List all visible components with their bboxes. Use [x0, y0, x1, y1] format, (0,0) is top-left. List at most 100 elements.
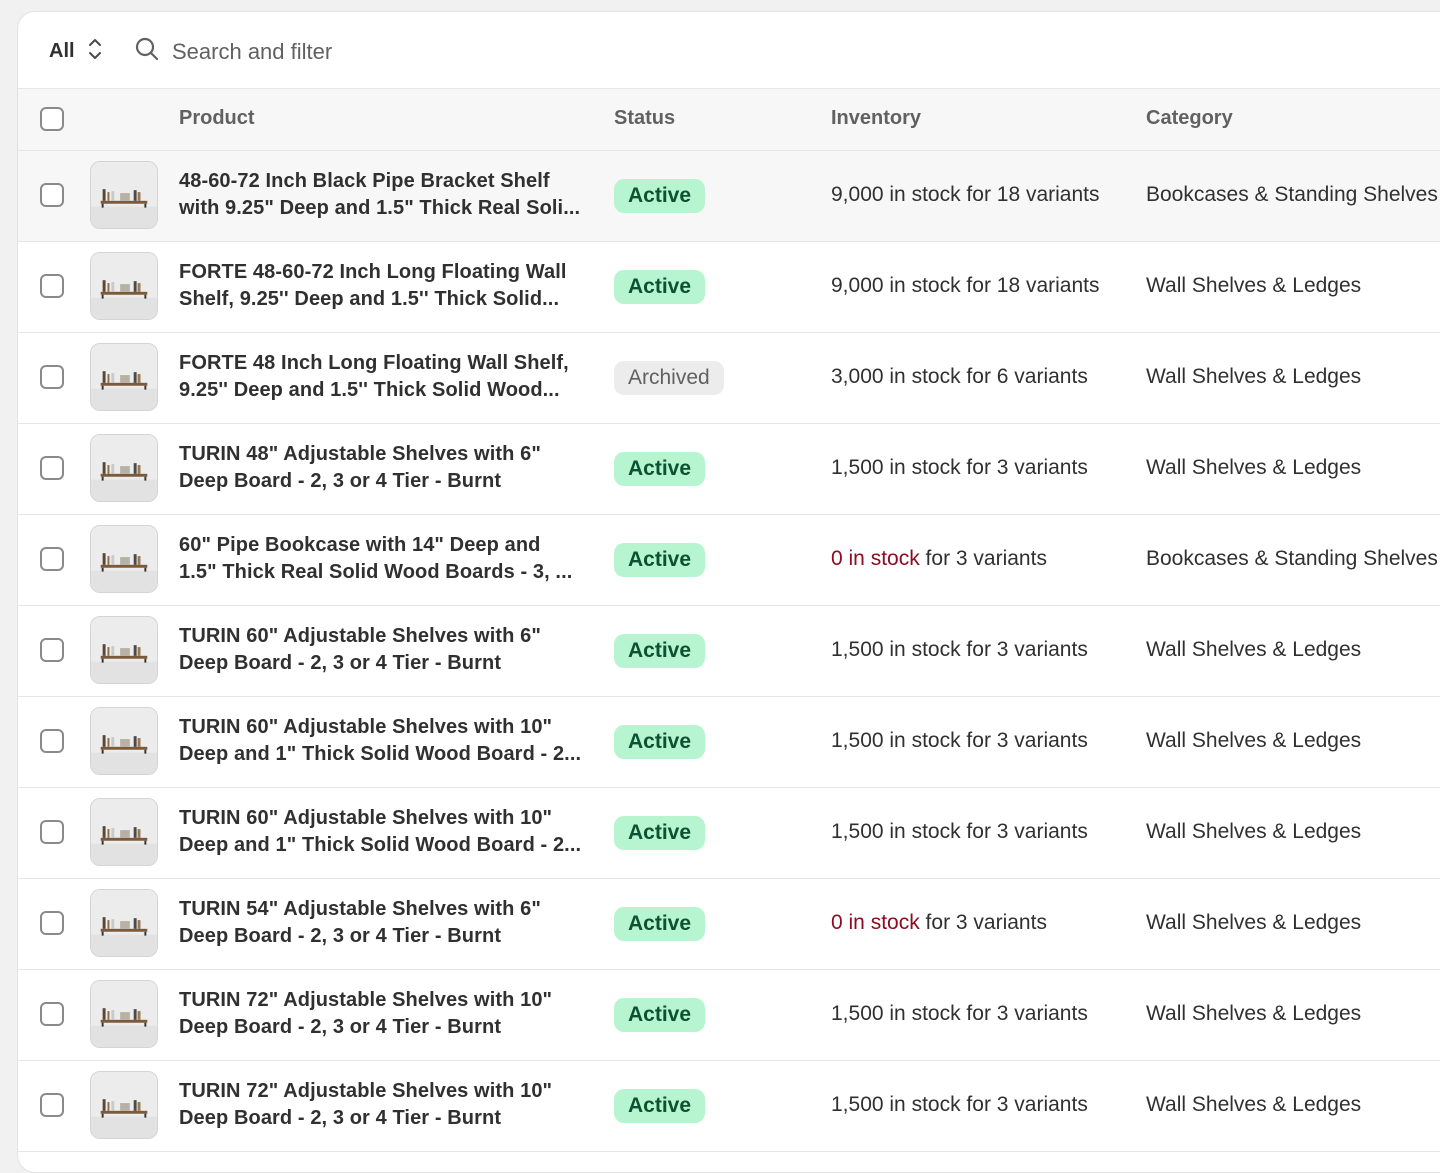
product-thumbnail[interactable]	[90, 889, 158, 957]
column-header-category[interactable]: Category	[1146, 107, 1233, 130]
inventory-stock-count: 1,500 in stock	[831, 729, 961, 752]
product-title-link[interactable]: TURIN 60" Adjustable Shelves with 10" De…	[179, 714, 604, 768]
row-checkbox[interactable]	[40, 638, 64, 662]
product-thumbnail[interactable]	[90, 343, 158, 411]
status-badge: Active	[614, 270, 706, 304]
inventory-cell: 1,500 in stock for 3 variants	[831, 1002, 1088, 1026]
inventory-variant-count: for 3 variants	[960, 729, 1088, 752]
shelf-image-icon	[91, 799, 157, 865]
status-badge: Active	[614, 452, 706, 486]
table-row[interactable]: TURIN 60" Adjustable Shelves with 6" Dee…	[18, 606, 1440, 697]
status-badge: Active	[614, 634, 706, 668]
table-row[interactable]: FORTE 48 Inch Long Floating Wall Shelf, …	[18, 333, 1440, 424]
product-category: Wall Shelves & Ledges	[1146, 820, 1362, 843]
inventory-stock-count: 9,000 in stock	[831, 274, 961, 297]
product-thumbnail[interactable]	[90, 161, 158, 229]
product-title-link[interactable]: FORTE 48-60-72 Inch Long Floating Wall S…	[179, 259, 604, 313]
select-all-checkbox[interactable]	[40, 107, 64, 131]
product-title-link[interactable]: TURIN 48" Adjustable Shelves with 6" Dee…	[179, 441, 604, 495]
product-title-link[interactable]: TURIN 60" Adjustable Shelves with 6" Dee…	[179, 623, 604, 677]
product-category: Wall Shelves & Ledges	[1146, 1002, 1362, 1025]
product-title-line-2: Deep and 1" Thick Solid Wood Board - 2..…	[179, 834, 582, 856]
product-title-line-1: FORTE 48-60-72 Inch Long Floating Wall	[179, 261, 567, 283]
product-title-link[interactable]: TURIN 72" Adjustable Shelves with 10" De…	[179, 987, 604, 1041]
row-checkbox[interactable]	[40, 547, 64, 571]
product-category: Bookcases & Standing Shelves	[1146, 547, 1438, 570]
product-thumbnail[interactable]	[90, 434, 158, 502]
shelf-image-icon	[91, 162, 157, 228]
product-thumbnail[interactable]	[90, 252, 158, 320]
product-title-line-2: Deep Board - 2, 3 or 4 Tier - Burnt	[179, 652, 502, 674]
product-thumbnail[interactable]	[90, 707, 158, 775]
row-checkbox[interactable]	[40, 1093, 64, 1117]
product-title-line-2: 1.5" Thick Real Solid Wood Boards - 3, .…	[179, 561, 573, 583]
product-title-line-1: TURIN 48" Adjustable Shelves with 6"	[179, 443, 541, 465]
product-title-link[interactable]: TURIN 54" Adjustable Shelves with 6" Dee…	[179, 896, 604, 950]
shelf-image-icon	[91, 890, 157, 956]
table-row[interactable]: 48-60-72 Inch Black Pipe Bracket Shelf w…	[18, 151, 1440, 242]
table-row[interactable]: TURIN 48" Adjustable Shelves with 6" Dee…	[18, 424, 1440, 515]
product-title-line-2: Deep Board - 2, 3 or 4 Tier - Burnt	[179, 470, 502, 492]
table-body: 48-60-72 Inch Black Pipe Bracket Shelf w…	[18, 151, 1440, 1152]
products-table-card: All Search and filter Product Status Inv…	[17, 11, 1440, 1173]
product-title-line-2: Shelf, 9.25'' Deep and 1.5'' Thick Solid…	[179, 288, 560, 310]
table-row[interactable]: TURIN 72" Adjustable Shelves with 10" De…	[18, 1061, 1440, 1152]
product-title-link[interactable]: 48-60-72 Inch Black Pipe Bracket Shelf w…	[179, 168, 604, 222]
inventory-variant-count: for 3 variants	[919, 547, 1047, 570]
filter-toolbar: All Search and filter	[18, 12, 1440, 89]
row-checkbox[interactable]	[40, 274, 64, 298]
product-thumbnail[interactable]	[90, 525, 158, 593]
shelf-image-icon	[91, 708, 157, 774]
status-badge: Active	[614, 543, 706, 577]
product-title-line-1: TURIN 72" Adjustable Shelves with 10"	[179, 1080, 553, 1102]
row-checkbox[interactable]	[40, 183, 64, 207]
row-checkbox[interactable]	[40, 365, 64, 389]
inventory-variant-count: for 3 variants	[919, 911, 1047, 934]
product-title-line-1: 60" Pipe Bookcase with 14" Deep and	[179, 534, 541, 556]
inventory-stock-count: 1,500 in stock	[831, 1093, 961, 1116]
inventory-cell: 9,000 in stock for 18 variants	[831, 183, 1100, 207]
search-and-filter-input[interactable]: Search and filter	[134, 36, 332, 67]
inventory-cell: 1,500 in stock for 3 variants	[831, 456, 1088, 480]
row-checkbox[interactable]	[40, 820, 64, 844]
shelf-image-icon	[91, 344, 157, 410]
product-thumbnail[interactable]	[90, 980, 158, 1048]
row-checkbox[interactable]	[40, 456, 64, 480]
row-checkbox[interactable]	[40, 911, 64, 935]
status-badge: Archived	[614, 361, 724, 395]
table-row[interactable]: 60" Pipe Bookcase with 14" Deep and 1.5"…	[18, 515, 1440, 606]
product-thumbnail[interactable]	[90, 616, 158, 684]
column-header-product[interactable]: Product	[179, 107, 255, 130]
product-thumbnail[interactable]	[90, 1071, 158, 1139]
column-header-status[interactable]: Status	[614, 107, 675, 130]
row-checkbox[interactable]	[40, 729, 64, 753]
table-header: Product Status Inventory Category	[18, 89, 1440, 151]
inventory-variant-count: for 3 variants	[960, 456, 1088, 479]
search-icon	[134, 36, 160, 67]
table-row[interactable]: TURIN 72" Adjustable Shelves with 10" De…	[18, 970, 1440, 1061]
inventory-stock-count: 0 in stock	[831, 547, 920, 570]
product-title-link[interactable]: FORTE 48 Inch Long Floating Wall Shelf, …	[179, 350, 604, 404]
product-title-link[interactable]: TURIN 60" Adjustable Shelves with 10" De…	[179, 805, 604, 859]
product-category: Wall Shelves & Ledges	[1146, 365, 1362, 388]
inventory-stock-count: 9,000 in stock	[831, 183, 961, 206]
column-header-inventory[interactable]: Inventory	[831, 107, 921, 130]
table-row[interactable]: TURIN 60" Adjustable Shelves with 10" De…	[18, 697, 1440, 788]
product-title-link[interactable]: 60" Pipe Bookcase with 14" Deep and 1.5"…	[179, 532, 604, 586]
product-title-line-2: with 9.25" Deep and 1.5" Thick Real Soli…	[179, 197, 581, 219]
row-checkbox[interactable]	[40, 1002, 64, 1026]
product-title-line-1: TURIN 60" Adjustable Shelves with 6"	[179, 625, 541, 647]
table-row[interactable]: TURIN 60" Adjustable Shelves with 10" De…	[18, 788, 1440, 879]
product-title-line-1: FORTE 48 Inch Long Floating Wall Shelf,	[179, 352, 569, 374]
shelf-image-icon	[91, 526, 157, 592]
product-title-line-1: TURIN 60" Adjustable Shelves with 10"	[179, 807, 553, 829]
product-title-link[interactable]: TURIN 72" Adjustable Shelves with 10" De…	[179, 1078, 604, 1132]
table-row[interactable]: TURIN 54" Adjustable Shelves with 6" Dee…	[18, 879, 1440, 970]
view-selector[interactable]: All	[49, 36, 103, 67]
status-badge: Active	[614, 725, 706, 759]
table-row[interactable]: FORTE 48-60-72 Inch Long Floating Wall S…	[18, 242, 1440, 333]
product-thumbnail[interactable]	[90, 798, 158, 866]
product-title-line-1: TURIN 72" Adjustable Shelves with 10"	[179, 989, 553, 1011]
status-badge: Active	[614, 816, 706, 850]
inventory-cell: 3,000 in stock for 6 variants	[831, 365, 1088, 389]
